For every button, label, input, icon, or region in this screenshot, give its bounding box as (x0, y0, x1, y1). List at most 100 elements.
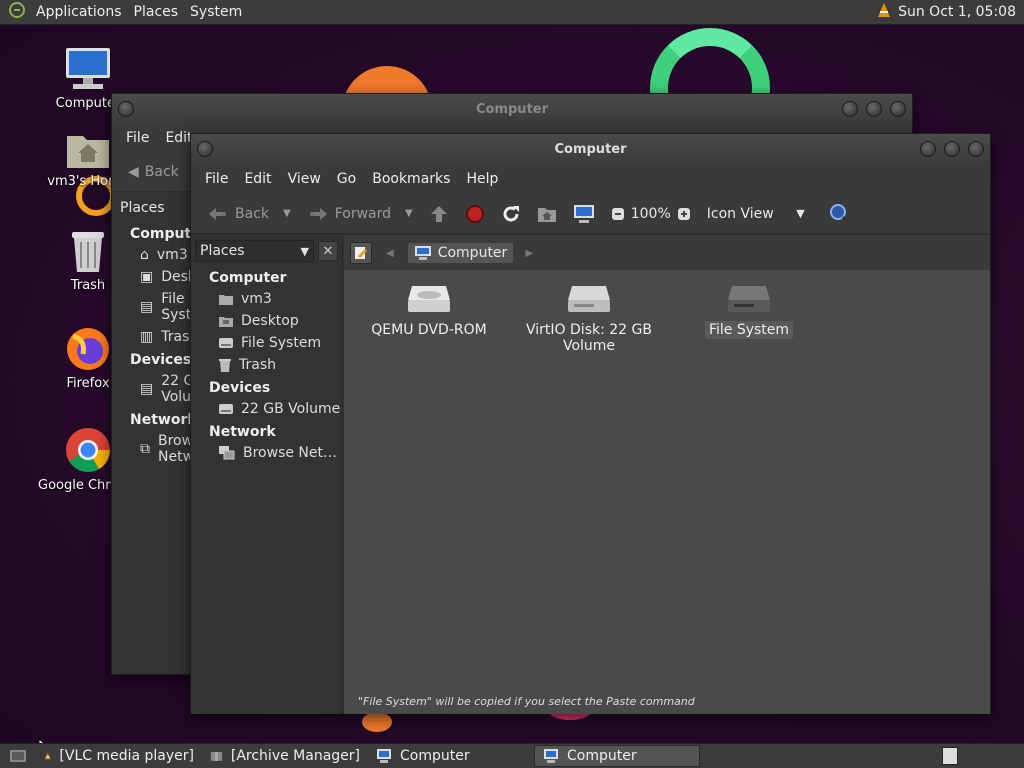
sidebar-item-desktop[interactable]: Desktop (191, 310, 342, 332)
computer-icon (66, 48, 110, 89)
task-computer-2[interactable]: Computer (534, 745, 700, 767)
sidebar-section-computer: Computer (130, 226, 192, 242)
file-view-area[interactable]: ◀ Computer ▶ QEMU DVD-ROM VirtIO Disk: 2… (344, 236, 990, 714)
sidebar-section-network: Network (209, 424, 276, 440)
close-button[interactable] (890, 101, 906, 117)
sidebar-item-network[interactable]: ⧉Browse Network (112, 430, 192, 468)
window-titlebar[interactable]: Computer (112, 94, 912, 124)
bottom-panel: [VLC media player] [Archive Manager] Com… (0, 743, 1024, 768)
back-button[interactable]: ◀ Back (122, 164, 185, 180)
sidebar-item-filesystem[interactable]: File System (191, 332, 342, 354)
home-icon (219, 295, 233, 305)
file-item-dvd-rom[interactable]: QEMU DVD-ROM (364, 282, 494, 338)
menu-help[interactable]: Help (458, 171, 506, 187)
forward-button[interactable]: Forward ▼ (301, 206, 419, 222)
path-right-arrow-icon[interactable]: ▶ (521, 248, 537, 259)
sidebar-section-network: Network (130, 412, 192, 428)
vlc-icon (44, 752, 51, 760)
drive-icon: ▤ (140, 299, 154, 315)
computer-button[interactable] (567, 204, 601, 224)
back-arrow-icon: ◀ (128, 163, 139, 180)
forward-arrow-icon (309, 207, 327, 220)
places-combo[interactable]: Places (112, 194, 192, 222)
firefox-icon (67, 328, 109, 370)
places-menu[interactable]: Places (128, 0, 185, 25)
menu-edit[interactable]: Edit (236, 171, 279, 187)
sidebar-section-devices: Devices (130, 352, 192, 368)
sidebar-item-volume[interactable]: ▤22 GB Volume (112, 370, 192, 408)
task-computer-1[interactable]: Computer (368, 745, 534, 767)
system-menu[interactable]: System (184, 0, 248, 25)
stop-button[interactable] (459, 204, 491, 224)
sidebar-item-desktop[interactable]: ▣Desktop (112, 266, 192, 288)
menu-view[interactable]: View (280, 171, 329, 187)
window-menu-button[interactable] (118, 101, 134, 117)
zoom-out-button[interactable] (605, 207, 625, 221)
window-title: Computer (554, 141, 627, 157)
forward-history-dropdown-icon[interactable]: ▼ (397, 208, 413, 219)
show-desktop-button[interactable] (0, 748, 36, 764)
zoom-in-button[interactable] (677, 207, 697, 221)
home-icon: ⌂ (140, 247, 149, 263)
file-item-filesystem[interactable]: File System (684, 282, 814, 339)
home-button[interactable] (531, 205, 563, 223)
path-left-arrow-icon[interactable]: ◀ (380, 248, 400, 259)
minimize-button[interactable] (920, 141, 936, 157)
window-menu-button[interactable] (197, 141, 213, 157)
back-button[interactable]: Back ▼ (201, 206, 297, 222)
sidebar-item-vm3[interactable]: vm3 (191, 288, 342, 310)
sidebar-item-network[interactable]: Browse Net… (191, 442, 342, 464)
file-manager-window[interactable]: Computer File Edit View Go Bookmarks Hel… (190, 133, 991, 714)
task-archive-manager[interactable]: [Archive Manager] (202, 745, 368, 767)
edit-location-button[interactable] (350, 242, 372, 264)
back-arrow-icon (209, 207, 226, 220)
desktop-icon-label: Firefox (66, 376, 110, 391)
menu-file[interactable]: File (197, 171, 236, 187)
sidebar-section-devices: Devices (209, 380, 271, 396)
reload-button[interactable] (495, 204, 527, 224)
computer-icon (544, 749, 558, 763)
window-titlebar[interactable]: Computer (191, 134, 990, 164)
drive-icon (219, 404, 233, 414)
menubar: File Edit View Go Bookmarks Help (191, 164, 990, 194)
trash-icon: ▥ (140, 329, 154, 345)
search-button[interactable] (815, 203, 857, 225)
optical-drive-icon (408, 286, 450, 312)
up-button[interactable] (423, 205, 455, 223)
workspace-switcher[interactable] (942, 747, 958, 765)
home-folder-icon (67, 136, 109, 168)
network-icon: ⧉ (140, 441, 150, 457)
sidebar-item-volume[interactable]: 22 GB Volume (191, 398, 342, 420)
maximize-button[interactable] (866, 101, 882, 117)
sidebar-item-vm3[interactable]: ⌂ vm3 (112, 244, 192, 266)
clock[interactable]: Sun Oct 1, 05:08 (898, 4, 1016, 20)
menu-bookmarks[interactable]: Bookmarks (364, 171, 458, 187)
pathbar: ◀ Computer ▶ (344, 236, 990, 270)
show-desktop-icon (10, 750, 26, 762)
menu-file[interactable]: File (118, 130, 157, 146)
path-segment-computer[interactable]: Computer (407, 243, 514, 263)
view-mode-select[interactable]: Icon View ▼ (701, 206, 811, 222)
zoom-level[interactable]: 100% (629, 206, 673, 222)
close-sidebar-button[interactable]: ✕ (318, 241, 338, 261)
close-button[interactable] (968, 141, 984, 157)
places-combo[interactable]: Places ▼ (195, 240, 314, 262)
desktop-icon: ▣ (140, 269, 154, 285)
minimize-button[interactable] (842, 101, 858, 117)
applications-menu[interactable]: Applications (30, 0, 128, 25)
back-history-dropdown-icon[interactable]: ▼ (275, 208, 291, 219)
task-vlc[interactable]: [VLC media player] (36, 745, 202, 767)
distro-logo-icon[interactable] (0, 1, 30, 23)
search-icon (829, 203, 850, 224)
sidebar-item-filesystem[interactable]: ▤File System (112, 288, 192, 326)
up-arrow-icon (430, 205, 447, 222)
file-item-virtio-disk[interactable]: VirtIO Disk: 22 GB Volume (524, 282, 654, 354)
menu-go[interactable]: Go (329, 171, 364, 187)
chevron-down-icon: ▼ (796, 207, 805, 220)
sidebar-item-trash[interactable]: ▥Trash (112, 326, 192, 348)
vlc-tray-icon[interactable] (876, 2, 892, 22)
sidebar-section-computer: Computer (209, 270, 287, 286)
reload-icon (503, 205, 519, 221)
sidebar-item-trash[interactable]: Trash (191, 354, 342, 376)
maximize-button[interactable] (944, 141, 960, 157)
